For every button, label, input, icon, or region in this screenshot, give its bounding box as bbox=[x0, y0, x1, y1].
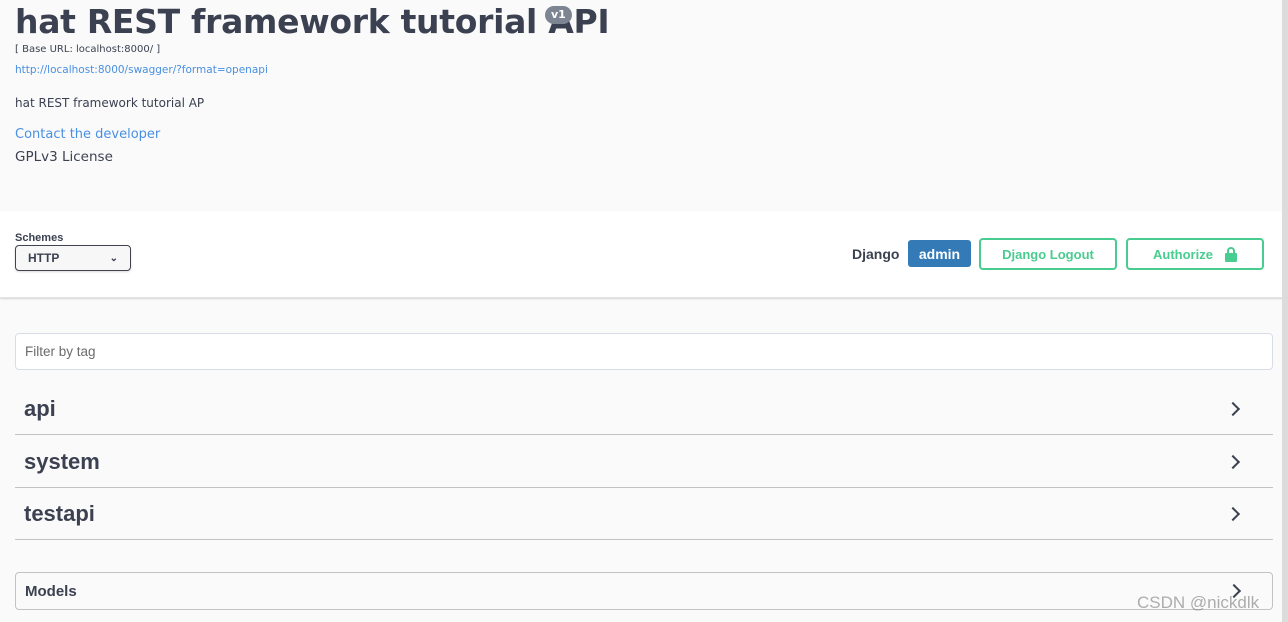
scheme-bar: Schemes HTTP ⌄ Django admin Django Logou… bbox=[0, 211, 1288, 298]
chevron-right-icon bbox=[1225, 506, 1241, 521]
chevron-down-icon: ⌄ bbox=[109, 252, 118, 264]
contact-developer-link[interactable]: Contact the developer bbox=[15, 127, 160, 142]
version-badge: v1 bbox=[545, 6, 572, 24]
watermark: CSDN @nickdlk bbox=[1137, 593, 1260, 612]
chevron-right-icon bbox=[1225, 401, 1241, 416]
models-title: Models bbox=[25, 582, 77, 600]
filter-by-tag-input[interactable] bbox=[15, 333, 1273, 370]
schemes-selected-value: HTTP bbox=[28, 251, 60, 265]
license-text: GPLv3 License bbox=[15, 149, 113, 165]
lock-icon bbox=[1224, 246, 1237, 262]
info-section: hat REST framework tutorial API v1 [ Bas… bbox=[0, 0, 1288, 211]
django-logout-button[interactable]: Django Logout bbox=[979, 238, 1117, 270]
authorize-button[interactable]: Authorize bbox=[1126, 238, 1264, 270]
tag-section-testapi[interactable]: testapi bbox=[15, 488, 1273, 540]
tag-name: testapi bbox=[24, 500, 95, 526]
scrollbar[interactable] bbox=[1282, 0, 1288, 622]
user-badge: admin bbox=[908, 240, 971, 267]
tag-name: system bbox=[24, 448, 100, 474]
api-title: hat REST framework tutorial API bbox=[15, 2, 610, 41]
base-url: [ Base URL: localhost:8000/ ] bbox=[15, 44, 161, 55]
schemes-select[interactable]: HTTP ⌄ bbox=[15, 245, 131, 271]
spec-url-link[interactable]: http://localhost:8000/swagger/?format=op… bbox=[15, 64, 268, 76]
chevron-right-icon bbox=[1225, 454, 1241, 469]
api-description: hat REST framework tutorial AP bbox=[15, 96, 205, 110]
auth-user-label: Django bbox=[852, 246, 900, 262]
schemes-label: Schemes bbox=[15, 232, 64, 244]
tag-section-system[interactable]: system bbox=[15, 436, 1273, 488]
logout-label: Django Logout bbox=[1002, 246, 1094, 262]
tag-section-api[interactable]: api bbox=[15, 383, 1273, 435]
tag-name: api bbox=[24, 395, 56, 421]
authorize-label: Authorize bbox=[1153, 246, 1213, 262]
models-section[interactable]: Models bbox=[15, 572, 1273, 610]
